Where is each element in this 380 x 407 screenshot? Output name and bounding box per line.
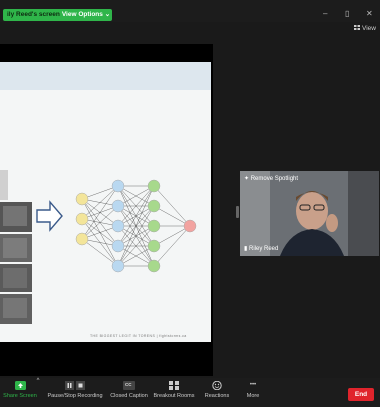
pause-stop-recording-label: Pause/Stop Recording	[47, 393, 103, 399]
remove-spotlight-button[interactable]: ✦ Remove Spotlight	[244, 175, 298, 182]
shared-screen: THE BIGGEST LEGIT IN TORENS | fightstorm…	[0, 44, 213, 376]
view-label: View	[362, 25, 376, 32]
slide-footer: THE BIGGEST LEGIT IN TORENS | fightstorm…	[90, 334, 187, 338]
more-icon: •••	[249, 382, 257, 388]
restore-icon[interactable]: ▯	[345, 9, 349, 18]
pause-stop-icon	[65, 381, 85, 390]
screen-share-indicator: ily Reed's screen	[3, 9, 64, 21]
cc-glyph: CC	[125, 382, 132, 387]
reactions-icon	[212, 381, 222, 390]
participant-video[interactable]: ✦ Remove Spotlight ▮ Riley Reed	[240, 171, 379, 256]
share-options-caret[interactable]: ^	[34, 378, 42, 384]
share-screen-button[interactable]: Share Screen	[3, 378, 37, 399]
end-meeting-button[interactable]: End	[348, 388, 374, 401]
reactions-button[interactable]: Reactions	[200, 378, 234, 399]
more-button[interactable]: ••• More	[240, 378, 266, 399]
participant-video-frame	[240, 171, 379, 256]
view-options-button[interactable]: View Options ⌄	[60, 9, 112, 21]
breakout-rooms-button[interactable]: Breakout Rooms	[152, 378, 196, 399]
image-stack	[0, 170, 32, 324]
share-screen-icon	[14, 381, 26, 390]
spotlight-label-text: Remove Spotlight	[250, 176, 299, 182]
pin-icon: ✦	[244, 176, 250, 182]
arrow-right-icon	[36, 200, 63, 232]
closed-caption-label: Closed Caption	[110, 393, 148, 399]
view-layout-button[interactable]: View	[354, 25, 376, 32]
breakout-rooms-label: Breakout Rooms	[153, 393, 195, 399]
breakout-rooms-icon	[169, 381, 179, 390]
resize-handle[interactable]	[236, 206, 239, 218]
input-layer-nodes	[75, 192, 89, 246]
network-edges	[81, 185, 191, 267]
output-node	[183, 219, 197, 233]
slide-header-band	[0, 62, 211, 90]
presentation-slide: THE BIGGEST LEGIT IN TORENS | fightstorm…	[0, 62, 211, 342]
pause-stop-recording-button[interactable]: Pause/Stop Recording	[44, 378, 106, 399]
minimize-icon[interactable]: –	[323, 9, 327, 18]
participant-name: Riley Reed	[248, 246, 279, 252]
neural-network-diagram	[0, 170, 197, 324]
hidden-layer-2-nodes	[147, 179, 161, 273]
window-titlebar: ily Reed's screen View Options ⌄ – ▯ ✕	[0, 0, 380, 22]
grid-icon	[354, 25, 361, 30]
caret-up-icon: ^	[36, 378, 40, 384]
signal-icon: ▮	[244, 246, 248, 252]
more-label: More	[246, 393, 260, 399]
reactions-label: Reactions	[204, 393, 230, 399]
meeting-toolbar: Share Screen ^ Pause/Stop Recording Clos…	[0, 378, 380, 407]
participant-name-tag: ▮ Riley Reed	[244, 245, 278, 252]
share-screen-label: Share Screen	[3, 393, 37, 399]
close-icon[interactable]: ✕	[366, 9, 373, 18]
